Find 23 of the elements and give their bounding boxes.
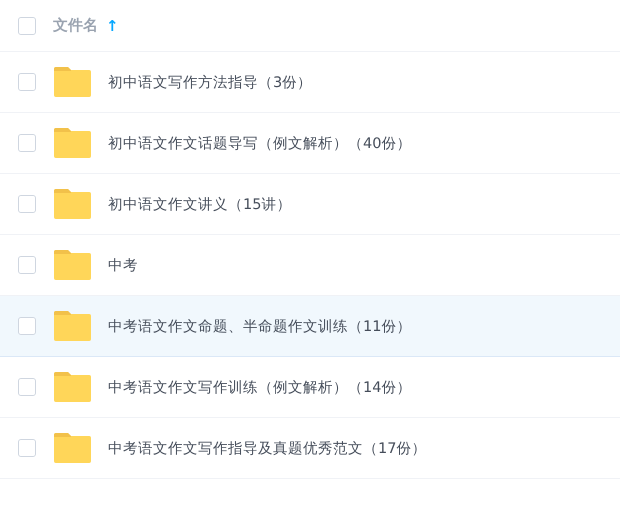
folder-name[interactable]: 初中语文作文话题导写（例文解析）（40份） [108,134,412,152]
checkbox[interactable] [18,439,36,457]
folder-name[interactable]: 中考 [108,256,138,274]
folder-name[interactable]: 中考语文作文命题、半命题作文训练（11份） [108,316,412,336]
checkbox[interactable] [18,16,36,34]
folder-icon [54,67,91,97]
folder-icon [54,433,91,463]
folder-name[interactable]: 中考语文作文写作指导及真题优秀范文（17份） [108,438,426,458]
checkbox[interactable] [18,256,36,274]
checkbox[interactable] [18,73,36,91]
folder-name[interactable]: 中考语文作文写作训练（例文解析）（14份） [108,378,412,396]
folder-name[interactable]: 初中语文作文讲义（15讲） [108,194,292,214]
checkbox[interactable] [18,317,36,335]
folder-icon [54,311,91,341]
folder-icon [54,372,91,402]
checkbox[interactable] [18,378,36,396]
checkbox[interactable] [18,195,36,213]
checkbox[interactable] [18,134,36,152]
folder-icon [54,189,91,219]
file-row-highlighted[interactable]: 中考语文作文命题、半命题作文训练（11份） [0,296,620,357]
folder-icon [54,250,91,280]
folder-icon [54,128,91,158]
folder-name[interactable]: 初中语文写作方法指导（3份） [108,72,312,92]
